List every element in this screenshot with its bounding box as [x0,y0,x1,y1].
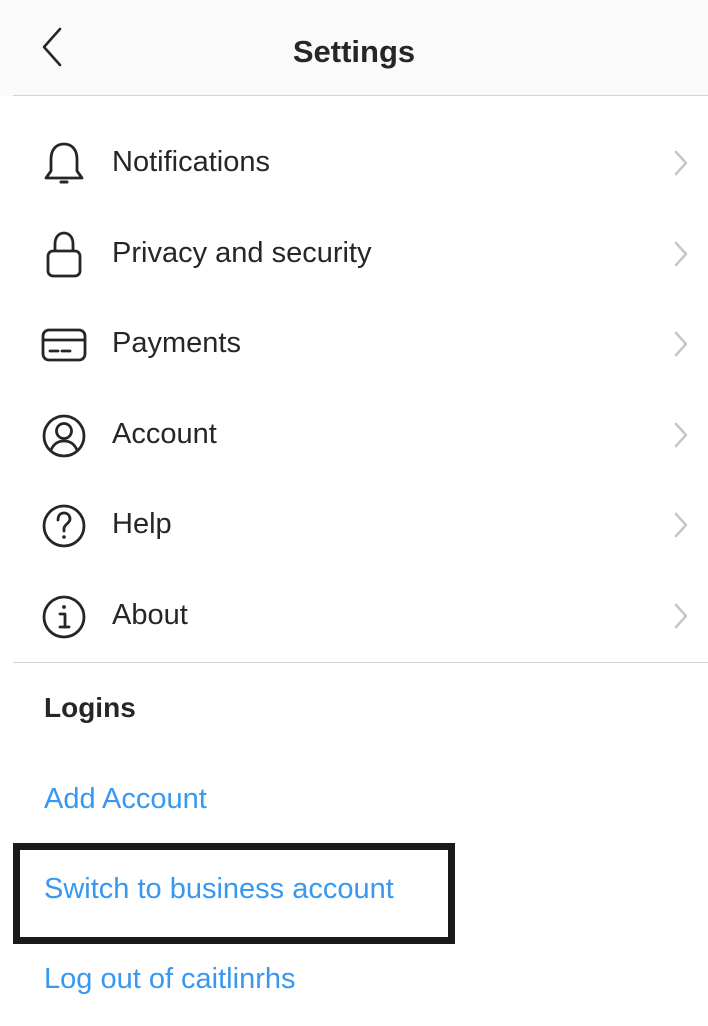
chevron-right-icon [672,241,690,267]
chevron-right-icon [672,331,690,357]
bell-icon [40,140,88,188]
menu-item-label: Help [112,508,172,541]
menu-item-notifications[interactable]: Notifications [0,118,708,209]
header-bar: Settings [0,0,708,96]
switch-to-business-link[interactable]: Switch to business account [44,869,394,909]
logins-section-title: Logins [44,692,136,723]
menu-item-label: Notifications [112,146,270,178]
chevron-right-icon [672,512,690,538]
settings-screen: Settings Notifications Privacy and secur… [0,0,708,1026]
menu-item-payments[interactable]: Payments [0,299,708,390]
menu-item-label: Privacy and security [112,236,372,269]
account-circle-icon [40,412,88,460]
menu-item-privacy-security[interactable]: Privacy and security [0,209,708,300]
chevron-right-icon [672,150,690,176]
menu-item-label: About [112,598,188,631]
section-divider [13,662,708,663]
header-divider [13,95,708,96]
chevron-right-icon [672,422,690,448]
menu-item-label: Payments [112,327,241,360]
credit-card-icon [40,321,88,369]
help-circle-icon [40,502,88,550]
menu-item-label: Account [112,417,217,450]
info-circle-icon [40,593,88,641]
page-title: Settings [292,34,416,69]
settings-menu: Notifications Privacy and security Payme… [0,118,708,662]
menu-item-account[interactable]: Account [0,390,708,481]
lock-icon [40,231,88,279]
chevron-right-icon [672,603,690,629]
menu-item-help[interactable]: Help [0,480,708,571]
log-out-link[interactable]: Log out of caitlinrhs [44,959,295,999]
add-account-link[interactable]: Add Account [44,779,207,819]
menu-item-about[interactable]: About [0,571,708,662]
